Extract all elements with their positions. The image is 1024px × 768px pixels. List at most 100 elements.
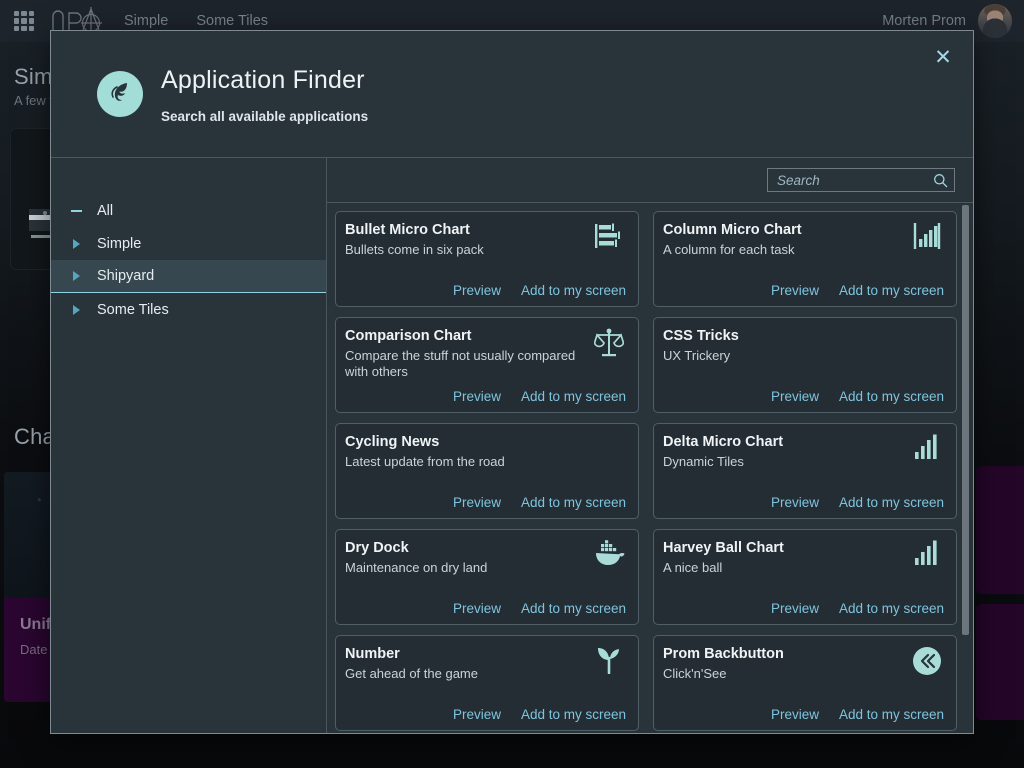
app-card[interactable]: Cycling News Latest update from the road… — [335, 423, 639, 519]
sidebar-item-simple[interactable]: Simple — [51, 227, 326, 260]
card-texts: Harvey Ball Chart A nice ball — [663, 540, 902, 576]
bullet-chart-icon — [592, 222, 626, 256]
card-actions: Preview Add to my screen — [345, 707, 626, 722]
search-icon[interactable] — [933, 173, 948, 188]
applications-scroll-area: Bullet Micro Chart Bullets come in six p… — [327, 202, 973, 733]
docker-whale-icon — [592, 540, 626, 574]
dialog-header-texts: Application Finder Search all available … — [161, 67, 368, 124]
card-actions: Preview Add to my screen — [663, 283, 944, 298]
card-description: Click'n'See — [663, 666, 902, 682]
sidebar-item-label: Some Tiles — [97, 302, 169, 318]
card-actions: Preview Add to my screen — [663, 389, 944, 404]
search-box[interactable] — [767, 168, 955, 192]
preview-link[interactable]: Preview — [771, 601, 819, 616]
card-title: Bullet Micro Chart — [345, 222, 584, 239]
sidebar-item-all[interactable]: All — [51, 194, 326, 227]
app-card[interactable]: Column Micro Chart A column for each tas… — [653, 211, 957, 307]
add-to-my-screen-link[interactable]: Add to my screen — [521, 389, 626, 404]
sidebar-item-label: Shipyard — [97, 268, 154, 284]
card-description: Compare the stuff not usually compared w… — [345, 348, 584, 381]
category-sidebar: All Simple Shipyard Some Tiles — [51, 158, 327, 733]
card-actions: Preview Add to my screen — [663, 601, 944, 616]
card-actions: Preview Add to my screen — [663, 707, 944, 722]
nav-item-simple[interactable]: Simple — [124, 13, 168, 29]
nav-item-some-tiles[interactable]: Some Tiles — [196, 13, 268, 29]
preview-link[interactable]: Preview — [453, 601, 501, 616]
card-title: CSS Tricks — [663, 328, 944, 345]
preview-link[interactable]: Preview — [771, 389, 819, 404]
add-to-my-screen-link[interactable]: Add to my screen — [839, 495, 944, 510]
card-top: Column Micro Chart A column for each tas… — [663, 222, 944, 258]
add-to-my-screen-link[interactable]: Add to my screen — [839, 283, 944, 298]
card-top: Bullet Micro Chart Bullets come in six p… — [345, 222, 626, 258]
column-chart-framed-icon — [910, 222, 944, 256]
card-texts: Prom Backbutton Click'n'See — [663, 646, 902, 682]
preview-link[interactable]: Preview — [453, 389, 501, 404]
apps-grid-icon[interactable] — [14, 11, 34, 31]
app-card[interactable]: Comparison Chart Compare the stuff not u… — [335, 317, 639, 413]
vertical-scrollbar[interactable] — [960, 203, 971, 733]
app-card[interactable]: Dry Dock Maintenance on dry land — [335, 529, 639, 625]
app-card[interactable]: Delta Micro Chart Dynamic Tiles — [653, 423, 957, 519]
preview-link[interactable]: Preview — [453, 283, 501, 298]
scrollbar-thumb[interactable] — [962, 205, 969, 635]
add-to-my-screen-link[interactable]: Add to my screen — [521, 601, 626, 616]
add-to-my-screen-link[interactable]: Add to my screen — [839, 601, 944, 616]
card-top: Cycling News Latest update from the road — [345, 434, 626, 470]
app-card[interactable]: Prom Backbutton Click'n'See — [653, 635, 957, 731]
preview-link[interactable]: Preview — [453, 495, 501, 510]
phoenix-glyph — [102, 76, 138, 112]
card-description: A column for each task — [663, 242, 902, 258]
preview-link[interactable]: Preview — [771, 495, 819, 510]
bg-tile-purple-b — [976, 604, 1024, 720]
sidebar-item-label: All — [97, 203, 113, 219]
preview-link[interactable]: Preview — [771, 283, 819, 298]
add-to-my-screen-link[interactable]: Add to my screen — [839, 707, 944, 722]
card-actions: Preview Add to my screen — [345, 601, 626, 616]
app-card[interactable]: Number Get ahead of the game — [335, 635, 639, 731]
add-to-my-screen-link[interactable]: Add to my screen — [521, 707, 626, 722]
sidebar-item-shipyard[interactable]: Shipyard — [51, 260, 326, 293]
add-to-my-screen-link[interactable]: Add to my screen — [521, 283, 626, 298]
card-top: Dry Dock Maintenance on dry land — [345, 540, 626, 576]
application-finder-dialog: ✕ Application Finder Search all availabl… — [50, 30, 974, 734]
dash-icon — [69, 210, 83, 212]
card-description: UX Trickery — [663, 348, 944, 364]
card-actions: Preview Add to my screen — [345, 495, 626, 510]
dialog-header: ✕ Application Finder Search all availabl… — [51, 31, 973, 157]
card-texts: Bullet Micro Chart Bullets come in six p… — [345, 222, 584, 258]
avatar[interactable] — [978, 4, 1012, 38]
card-texts: Cycling News Latest update from the road — [345, 434, 626, 470]
app-card[interactable]: CSS Tricks UX Trickery Preview Add to my… — [653, 317, 957, 413]
user-name: Morten Prom — [882, 13, 966, 29]
applications-panel: Bullet Micro Chart Bullets come in six p… — [327, 158, 973, 733]
close-icon[interactable]: ✕ — [929, 43, 957, 71]
add-to-my-screen-link[interactable]: Add to my screen — [521, 495, 626, 510]
bar-chart-ascending-icon — [910, 434, 944, 468]
app-card[interactable]: Harvey Ball Chart A nice ball — [653, 529, 957, 625]
chevron-right-icon — [69, 305, 83, 315]
app-card[interactable]: Bullet Micro Chart Bullets come in six p… — [335, 211, 639, 307]
card-description: Maintenance on dry land — [345, 560, 584, 576]
card-texts: Delta Micro Chart Dynamic Tiles — [663, 434, 902, 470]
bg-tile-purple-a — [976, 466, 1024, 594]
page-subtitle: Search all available applications — [161, 109, 368, 124]
chevron-right-icon — [69, 271, 83, 281]
add-to-my-screen-link[interactable]: Add to my screen — [839, 389, 944, 404]
top-navigation: Simple Some Tiles — [124, 13, 268, 29]
card-title: Harvey Ball Chart — [663, 540, 902, 557]
sidebar-item-some-tiles[interactable]: Some Tiles — [51, 293, 326, 326]
page-background: Simple A few tiles Charts Unified Date — [0, 0, 1024, 768]
avatar-image — [978, 4, 1012, 38]
card-top: CSS Tricks UX Trickery — [663, 328, 944, 364]
card-description: Latest update from the road — [345, 454, 626, 470]
dialog-body: All Simple Shipyard Some Tiles — [51, 157, 973, 733]
back-double-chevron-icon — [910, 646, 944, 680]
preview-link[interactable]: Preview — [771, 707, 819, 722]
preview-link[interactable]: Preview — [453, 707, 501, 722]
card-title: Cycling News — [345, 434, 626, 451]
card-description: Bullets come in six pack — [345, 242, 584, 258]
card-texts: Dry Dock Maintenance on dry land — [345, 540, 584, 576]
card-texts: Column Micro Chart A column for each tas… — [663, 222, 902, 258]
search-input[interactable] — [777, 173, 933, 188]
